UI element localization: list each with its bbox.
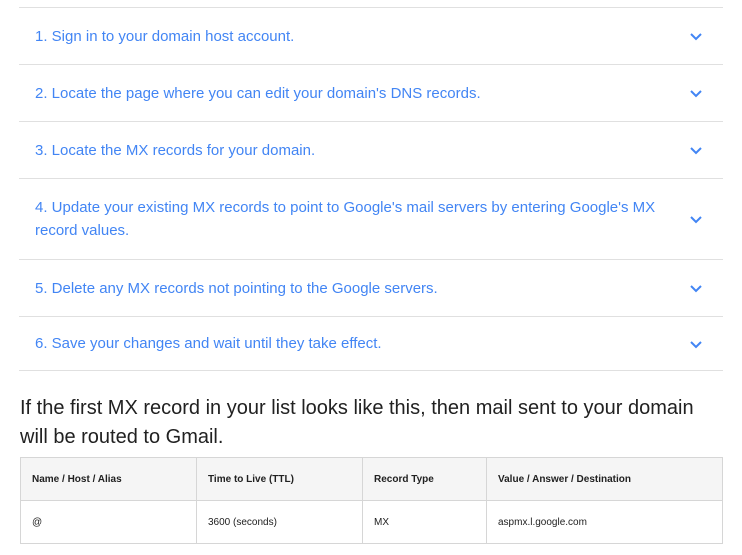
step-1-label[interactable]: 1. Sign in to your domain host account. bbox=[19, 25, 665, 48]
cell-value: aspmx.l.google.com bbox=[486, 500, 723, 544]
cell-ttl: 3600 (seconds) bbox=[196, 500, 363, 544]
table-row: @ 3600 (seconds) MX aspmx.l.google.com bbox=[20, 500, 723, 544]
step-5-item[interactable]: 5. Delete any MX records not pointing to… bbox=[19, 260, 723, 317]
step-3-label[interactable]: 3. Locate the MX records for your domain… bbox=[19, 139, 665, 162]
step-6-item[interactable]: 6. Save your changes and wait until they… bbox=[19, 317, 723, 371]
column-header-ttl: Time to Live (TTL) bbox=[196, 457, 363, 501]
column-header-name: Name / Host / Alias bbox=[20, 457, 197, 501]
column-header-value: Value / Answer / Destination bbox=[486, 457, 723, 501]
chevron-down-icon[interactable] bbox=[689, 281, 703, 295]
step-5-label[interactable]: 5. Delete any MX records not pointing to… bbox=[19, 277, 665, 300]
chevron-down-icon[interactable] bbox=[689, 143, 703, 157]
chevron-down-icon[interactable] bbox=[689, 212, 703, 226]
step-2-label[interactable]: 2. Locate the page where you can edit yo… bbox=[19, 82, 665, 105]
cell-record-type: MX bbox=[362, 500, 487, 544]
column-header-record-type: Record Type bbox=[362, 457, 487, 501]
mx-record-table: Name / Host / Alias Time to Live (TTL) R… bbox=[20, 457, 723, 544]
cell-name: @ bbox=[20, 500, 197, 544]
step-1-item[interactable]: 1. Sign in to your domain host account. bbox=[19, 8, 723, 65]
step-6-label[interactable]: 6. Save your changes and wait until they… bbox=[19, 332, 665, 355]
table-header-row: Name / Host / Alias Time to Live (TTL) R… bbox=[20, 457, 723, 501]
step-4-item[interactable]: 4. Update your existing MX records to po… bbox=[19, 179, 723, 260]
setup-steps-accordion: 1. Sign in to your domain host account. … bbox=[19, 7, 723, 371]
chevron-down-icon[interactable] bbox=[689, 86, 703, 100]
step-4-label[interactable]: 4. Update your existing MX records to po… bbox=[19, 196, 665, 242]
chevron-down-icon[interactable] bbox=[689, 337, 703, 351]
chevron-down-icon[interactable] bbox=[689, 29, 703, 43]
step-3-item[interactable]: 3. Locate the MX records for your domain… bbox=[19, 122, 723, 179]
mx-record-heading: If the first MX record in your list look… bbox=[20, 397, 694, 448]
step-2-item[interactable]: 2. Locate the page where you can edit yo… bbox=[19, 65, 723, 122]
